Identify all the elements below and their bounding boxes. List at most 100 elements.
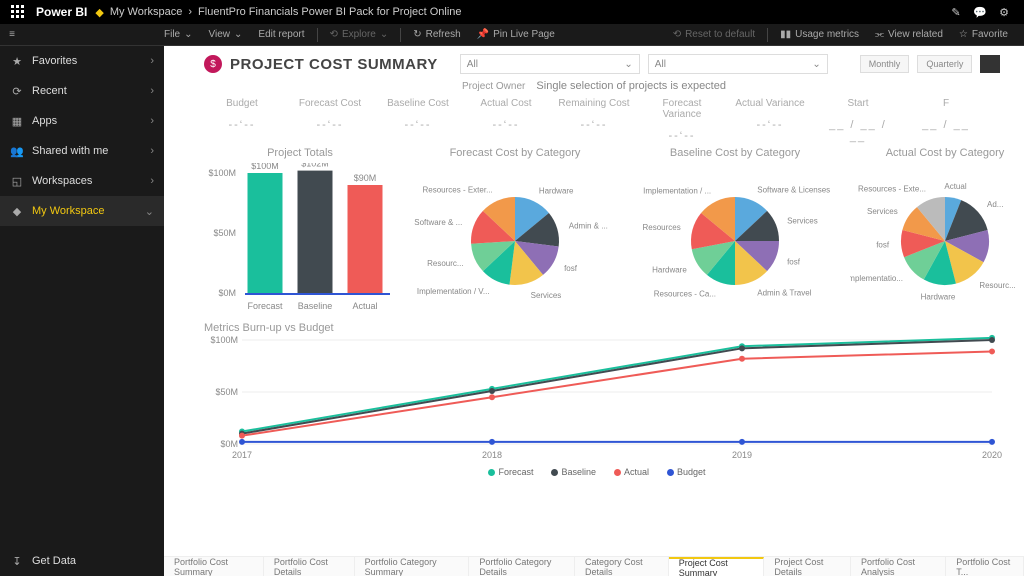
breadcrumb-workspace[interactable]: My Workspace [110,6,183,18]
kpi-title: Actual Cost [468,98,544,109]
charts-row: Project Totals $0M$50M$100M$100MForecast… [164,147,1024,318]
edit-pencil-icon[interactable]: ✎ [944,6,968,19]
svg-text:$50M: $50M [213,228,236,238]
app-launcher-icon[interactable] [8,2,28,22]
burnup-chart-title: Metrics Burn-up vs Budget [164,318,1024,334]
chevron-down-icon: ⌄ [380,29,388,40]
refresh-icon: ↻ [413,29,421,40]
get-data-button[interactable]: ↧ Get Data [0,546,164,576]
svg-text:fosf: fosf [876,241,890,250]
sidebar-item-label: My Workspace [32,205,105,217]
reset-to-default-button[interactable]: ⟲Reset to default [665,29,763,40]
burnup-legend: ForecastBaselineActualBudget [164,467,1024,477]
edit-report-button[interactable]: Edit report [250,29,312,40]
svg-text:2017: 2017 [232,450,252,460]
breadcrumb: ◆ My Workspace › FluentPro Financials Po… [95,6,461,19]
slicer-2[interactable]: All⌄ [648,54,828,74]
kpi-title: Start [820,98,896,109]
file-menu[interactable]: File⌄ [156,29,201,40]
usage-metrics-button[interactable]: ▮▮Usage metrics [772,29,867,40]
sidebar-item-my-workspace[interactable]: ◆My Workspace⌄ [0,196,164,226]
page-tab[interactable]: Portfolio Cost T... [946,557,1024,576]
svg-text:fosf: fosf [564,264,578,273]
breadcrumb-report[interactable]: FluentPro Financials Power BI Pack for P… [198,6,462,18]
chart-title: Actual Cost by Category [850,147,1024,159]
chevron-right-icon: ⌄ [145,205,154,218]
page-tab[interactable]: Portfolio Cost Analysis [851,557,946,576]
nav-icon: ◱ [10,175,24,188]
svg-text:2019: 2019 [732,450,752,460]
svg-text:$102M: $102M [301,163,329,169]
kpi-card: Actual Variance --‘-- [732,98,808,143]
chevron-right-icon: › [150,175,154,187]
page-tab[interactable]: Portfolio Category Summary [355,557,470,576]
chart-title: Forecast Cost by Category [410,147,620,159]
page-tab[interactable]: Project Cost Summary [669,557,765,576]
page-tab[interactable]: Project Cost Details [764,557,851,576]
svg-text:Actual: Actual [944,182,966,191]
favorite-button[interactable]: ☆Favorite [951,29,1016,40]
svg-text:Baseline: Baseline [298,301,333,311]
pill-monthly[interactable]: Monthly [860,55,910,73]
svg-text:Implementatio...: Implementatio... [850,274,903,283]
svg-text:Services: Services [867,207,898,216]
kpi-title: Actual Variance [732,98,808,109]
hamburger-icon[interactable]: ≡ [0,29,24,40]
explore-button[interactable]: ⟲Explore⌄ [322,29,397,40]
svg-text:Hardware: Hardware [652,266,687,275]
sidebar-item-label: Shared with me [32,145,108,157]
chart-actual-cost-category: Actual Cost by Category ActualAd...Resou… [850,147,1024,318]
pill-dark[interactable] [980,55,1000,73]
burnup-chart: $0M$50M$100M2017201820192020 [202,334,1002,462]
kpi-title: Remaining Cost [556,98,632,109]
svg-text:Hardware: Hardware [539,186,574,195]
sidebar-item-label: Apps [32,115,57,127]
slicer-2-value: All [655,59,666,70]
chart-title: Baseline Cost by Category [630,147,840,159]
settings-gear-icon[interactable]: ⚙ [992,6,1016,19]
chevron-right-icon: › [150,115,154,127]
kpi-value: --‘-- [292,119,368,131]
nav-icon: 👥 [10,145,24,158]
page-tab[interactable]: Portfolio Cost Summary [164,557,264,576]
kpi-cards-row: Budget--‘--Forecast Cost--‘--Baseline Co… [164,98,1024,147]
pin-live-page-button[interactable]: 📌Pin Live Page [469,29,563,40]
page-title: PROJECT COST SUMMARY [230,56,438,73]
kpi-value: --‘-- [732,119,808,131]
page-badge-icon: $ [204,55,222,73]
slicer-1[interactable]: All⌄ [460,54,640,74]
view-related-button[interactable]: ⫘View related [867,29,951,40]
page-tab[interactable]: Category Cost Details [575,557,669,576]
kpi-card: Budget--‘-- [204,98,280,143]
compass-icon: ⟲ [330,29,338,40]
chart-project-totals: Project Totals $0M$50M$100M$100MForecast… [200,147,400,318]
sidebar-item-label: Favorites [32,55,77,67]
left-nav: ★Favorites›⟳Recent›▦Apps›👥Shared with me… [0,46,164,576]
page-tab[interactable]: Portfolio Category Details [469,557,575,576]
chevron-right-icon: › [188,6,192,18]
svg-text:Resources - Ca...: Resources - Ca... [654,290,716,299]
chart-title: Project Totals [200,147,400,159]
nav-icon: ★ [10,55,24,68]
product-name: Power BI [36,5,87,19]
chevron-down-icon: ⌄ [624,59,632,70]
svg-text:Ad...: Ad... [987,200,1003,209]
kpi-title: F [908,98,984,109]
svg-text:$100M: $100M [208,168,236,178]
sidebar-item-apps[interactable]: ▦Apps› [0,106,164,136]
sidebar-item-recent[interactable]: ⟳Recent› [0,76,164,106]
refresh-button[interactable]: ↻Refresh [405,29,468,40]
svg-text:Implementation / V...: Implementation / V... [417,287,490,296]
chat-icon[interactable]: 💬 [968,6,992,19]
sidebar-item-shared-with-me[interactable]: 👥Shared with me› [0,136,164,166]
view-menu[interactable]: View⌄ [201,29,251,40]
page-tab[interactable]: Portfolio Cost Details [264,557,355,576]
sidebar-item-label: Recent [32,85,67,97]
pill-quarterly[interactable]: Quarterly [917,55,972,73]
sidebar-item-workspaces[interactable]: ◱Workspaces› [0,166,164,196]
sidebar-item-favorites[interactable]: ★Favorites› [0,46,164,76]
kpi-value: --‘-- [204,119,280,131]
svg-text:Hardware: Hardware [921,293,956,302]
svg-text:$50M: $50M [215,387,238,397]
svg-text:$100M: $100M [210,335,238,345]
